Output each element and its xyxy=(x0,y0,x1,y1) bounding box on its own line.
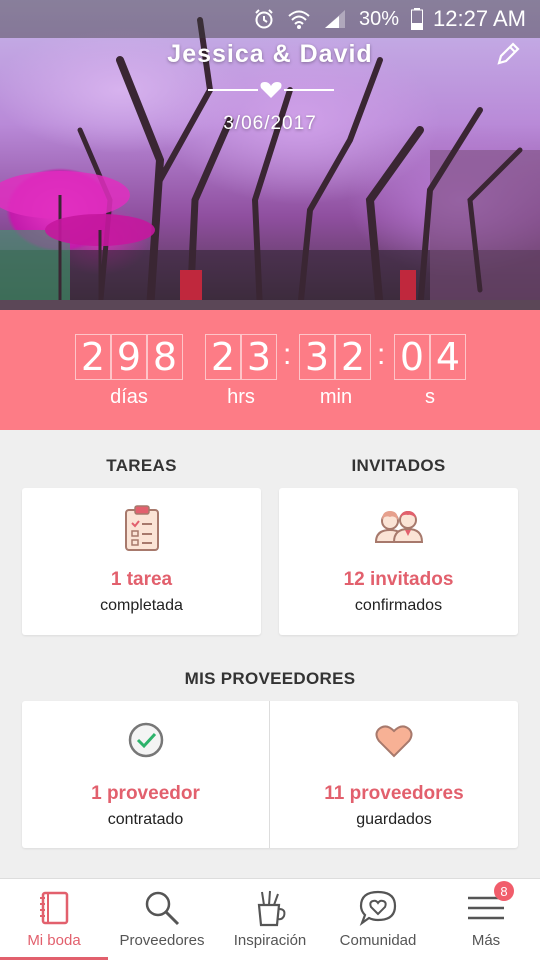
guests-status: confirmados xyxy=(354,597,443,614)
nav-label: Más xyxy=(471,932,501,949)
digit: 8 xyxy=(147,334,183,380)
minutes-label: min xyxy=(319,386,353,408)
battery-percent: 30% xyxy=(359,7,400,30)
hired-vendors-panel[interactable]: 1 proveedor contratado xyxy=(22,701,269,848)
nav-inspiracion[interactable]: Inspiración xyxy=(216,879,324,960)
vendors-card: 1 proveedor contratado 11 proveedores gu… xyxy=(22,701,518,848)
chat-heart-icon xyxy=(359,890,397,926)
hours-digits: 2 3 xyxy=(205,334,277,380)
seconds-label: s xyxy=(425,386,435,408)
notification-badge: 8 xyxy=(494,881,514,901)
search-icon xyxy=(145,891,180,926)
colon-separator: : xyxy=(283,338,292,371)
digit: 2 xyxy=(335,334,371,380)
digit: 0 xyxy=(394,334,430,380)
tasks-card[interactable]: 1 tarea completada xyxy=(22,488,261,635)
hired-vendors-count: 1 proveedor xyxy=(91,783,200,804)
status-bar: 30% 12:27 AM xyxy=(0,0,540,38)
heart-icon xyxy=(375,725,413,758)
nav-mi-boda[interactable]: Mi boda xyxy=(0,879,108,960)
nav-label: Inspiración xyxy=(233,932,307,949)
guests-count: 12 invitados xyxy=(343,569,454,590)
wedding-date: 3/06/2017 xyxy=(223,113,317,134)
minutes-digits: 3 2 xyxy=(299,334,371,380)
hero-banner: Jessica & David 3/06/2017 xyxy=(0,0,540,310)
hours-label: hrs xyxy=(227,386,255,408)
notebook-icon xyxy=(40,891,69,925)
check-circle-icon xyxy=(128,722,163,758)
pencil-cup-icon xyxy=(257,890,286,927)
guests-icon xyxy=(374,511,423,543)
vendors-title: MIS PROVEEDORES xyxy=(184,669,356,688)
guests-card[interactable]: 12 invitados confirmados xyxy=(279,488,518,635)
couple-names: Jessica & David xyxy=(167,40,373,68)
saved-vendors-count: 11 proveedores xyxy=(324,783,464,804)
tasks-title: TAREAS xyxy=(106,456,177,475)
digit: 2 xyxy=(75,334,111,380)
heart-divider-icon xyxy=(208,82,334,98)
tasks-status: completada xyxy=(100,597,183,614)
saved-vendors-panel[interactable]: 11 proveedores guardados xyxy=(270,701,518,848)
nav-label: Comunidad xyxy=(339,932,417,949)
hired-vendors-label: contratado xyxy=(107,811,184,828)
digit: 3 xyxy=(241,334,277,380)
nav-proveedores[interactable]: Proveedores xyxy=(108,879,216,960)
days-label: días xyxy=(110,386,148,408)
battery-icon xyxy=(411,8,424,30)
edit-icon[interactable] xyxy=(494,40,522,68)
clock: 12:27 AM xyxy=(433,6,526,31)
wifi-icon xyxy=(287,8,311,30)
digit: 9 xyxy=(111,334,147,380)
tasks-count: 1 tarea xyxy=(110,569,173,590)
seconds-digits: 0 4 xyxy=(394,334,466,380)
digit: 2 xyxy=(205,334,241,380)
nav-label: Proveedores xyxy=(119,932,205,949)
nav-mas[interactable]: 8 Más xyxy=(432,879,540,960)
clipboard-icon xyxy=(124,505,159,551)
nav-label: Mi boda xyxy=(27,932,81,949)
signal-icon xyxy=(323,8,347,30)
digit: 3 xyxy=(299,334,335,380)
alarm-icon xyxy=(253,8,275,30)
colon-separator: : xyxy=(377,338,386,371)
countdown: 2 9 8 2 3 : 3 2 : 0 4 días hrs min s xyxy=(0,310,540,430)
nav-comunidad[interactable]: Comunidad xyxy=(324,879,432,960)
saved-vendors-label: guardados xyxy=(356,811,432,828)
digit: 4 xyxy=(430,334,466,380)
guests-title: INVITADOS xyxy=(351,456,446,475)
days-digits: 2 9 8 xyxy=(75,334,183,380)
bottom-nav: Mi boda Proveedores Inspiración Comunida… xyxy=(0,878,540,960)
